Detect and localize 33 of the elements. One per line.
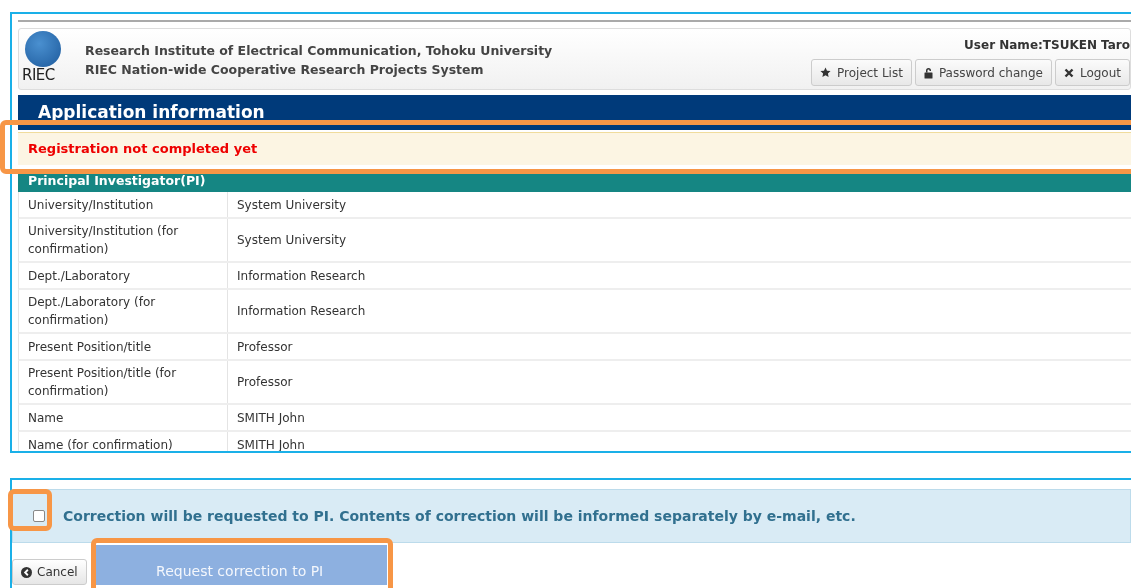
field-label: University/Institution [19, 192, 228, 217]
field-value: Professor [236, 338, 294, 356]
cancel-button[interactable]: Cancel [12, 559, 87, 585]
field-label: University/Institution (for confirmation) [19, 219, 228, 261]
back-arrow-icon [21, 566, 32, 578]
field-label: Name (for confirmation) [19, 432, 228, 451]
field-label: Present Position/title (for confirmation) [19, 361, 228, 403]
field-value: Information Research [236, 267, 367, 285]
field-label: Dept./Laboratory (for confirmation) [19, 290, 228, 332]
field-value: Information Research [236, 303, 367, 320]
padlock-icon [923, 66, 933, 79]
system-name: RIEC Nation-wide Cooperative Research Projects System [85, 62, 485, 77]
field-value: System University [236, 196, 348, 214]
field-label: Present Position/title [19, 334, 228, 359]
logo-text: RIEC [22, 67, 55, 83]
globe-logo-icon [25, 31, 61, 67]
field-value: SMITH John [236, 436, 306, 451]
institute-name: Research Institute of Electrical Communication, Tohoku University [85, 43, 554, 58]
correction-notice: Correction will be requested to PI. Contents of correction will be informed separately by e-mail, etc. [63, 508, 856, 524]
field-value: System University [236, 232, 348, 249]
project-list-button[interactable]: Project List [811, 59, 912, 86]
field-value: SMITH John [236, 409, 306, 427]
highlight-box [8, 489, 52, 531]
star-icon [820, 67, 831, 78]
close-icon [1063, 67, 1074, 78]
checkbox[interactable] [33, 510, 45, 522]
logout-button[interactable]: Logout [1054, 59, 1130, 86]
field-label: Name [19, 405, 228, 430]
field-value: Professor [236, 374, 294, 391]
status-message: Registration not completed yet [18, 132, 1131, 165]
user-name: User Name:TSUKEN Taro [964, 38, 1130, 52]
field-label: Dept./Laboratory [19, 263, 228, 288]
password-change-button[interactable]: Password change [914, 59, 1052, 86]
